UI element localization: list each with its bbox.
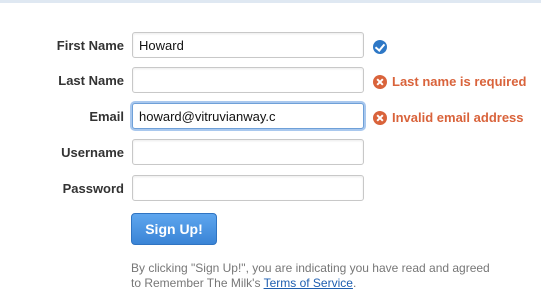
last-name-error: Last name is required <box>373 73 526 89</box>
password-field[interactable] <box>132 175 364 201</box>
password-row: Password <box>0 175 541 203</box>
first-name-status <box>373 38 387 54</box>
email-label: Email <box>89 109 124 124</box>
terms-notice: By clicking "Sign Up!", you are indicati… <box>131 261 491 291</box>
email-row: Email Invalid email address <box>0 103 541 131</box>
error-x-circle-icon <box>373 74 387 89</box>
last-name-label: Last Name <box>58 73 124 88</box>
signup-form: First Name Last Name Last name is requir… <box>0 0 541 306</box>
email-error: Invalid email address <box>373 109 524 125</box>
sign-up-button[interactable]: Sign Up! <box>131 213 217 245</box>
last-name-field[interactable] <box>132 67 364 93</box>
terms-period: . <box>352 276 357 290</box>
email-field[interactable] <box>132 103 364 129</box>
last-name-error-text: Last name is required <box>392 74 527 90</box>
username-field[interactable] <box>132 139 364 165</box>
username-label: Username <box>61 145 124 160</box>
first-name-row: First Name <box>0 32 541 60</box>
terms-of-service-link[interactable]: Terms of Service <box>264 276 353 290</box>
password-label: Password <box>62 181 124 196</box>
username-row: Username <box>0 139 541 167</box>
error-x-circle-icon <box>373 110 387 125</box>
check-circle-icon <box>373 39 387 54</box>
email-error-text: Invalid email address <box>392 110 524 126</box>
first-name-label: First Name <box>56 38 124 53</box>
last-name-row: Last Name Last name is required <box>0 67 541 95</box>
first-name-field[interactable] <box>132 32 364 58</box>
